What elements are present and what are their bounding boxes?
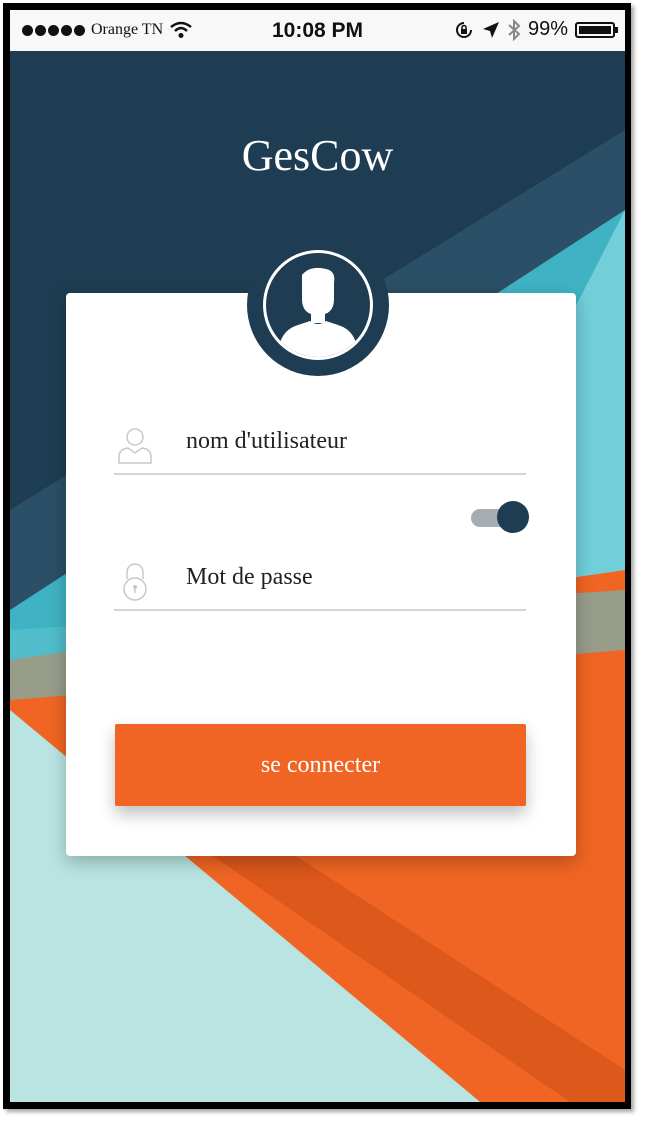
password-field[interactable]: [114, 549, 526, 611]
phone-frame: Orange TN 10:08 PM 99% GesCow nom d'util…: [3, 3, 631, 1109]
login-card: se connecter: [66, 293, 576, 856]
location-arrow-icon: [482, 21, 499, 38]
username-field[interactable]: [114, 413, 526, 475]
user-icon: [118, 428, 152, 464]
username-input[interactable]: [186, 421, 516, 461]
login-button[interactable]: se connecter: [115, 724, 526, 806]
phone-screen: Orange TN 10:08 PM 99% GesCow nom d'util…: [10, 10, 625, 1102]
avatar: [247, 234, 389, 376]
rotation-lock-icon: [455, 21, 472, 38]
password-visibility-toggle[interactable]: [471, 501, 529, 533]
battery-percent: 99%: [527, 18, 568, 40]
bluetooth-icon: [508, 18, 521, 41]
password-input[interactable]: [186, 557, 516, 597]
status-bar: Orange TN 10:08 PM 99%: [10, 10, 625, 51]
battery-icon: [575, 21, 618, 38]
app-title: GesCow: [241, 131, 394, 180]
lock-icon: [123, 563, 147, 601]
user-avatar-icon: [278, 267, 358, 357]
